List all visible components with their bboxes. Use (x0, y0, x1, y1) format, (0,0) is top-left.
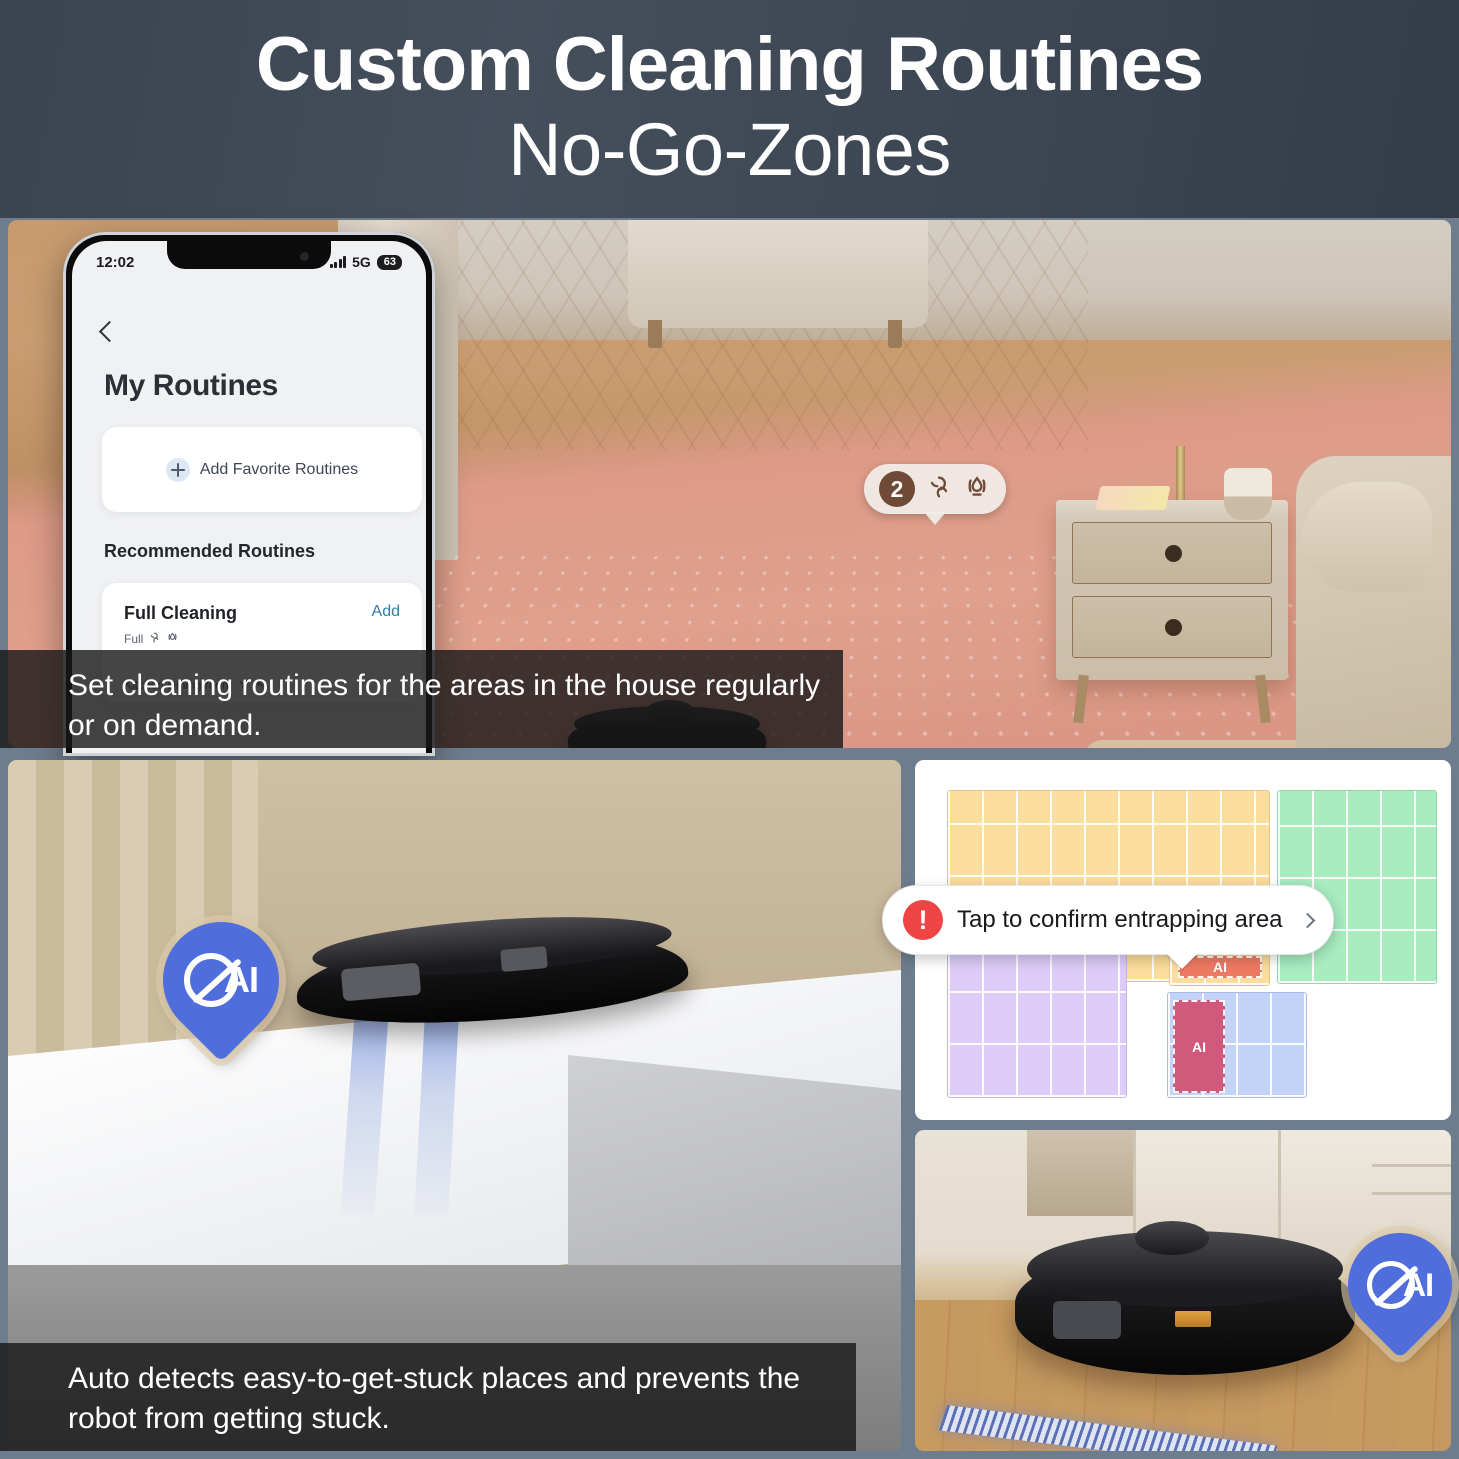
chevron-right-icon[interactable] (1299, 912, 1316, 928)
ai-label: AI (224, 959, 258, 1000)
nightstand-drawer (1072, 596, 1272, 658)
page-title: Custom Cleaning Routines (255, 21, 1204, 107)
book (1095, 486, 1171, 510)
drawer-knob (1165, 619, 1182, 636)
caption-bottom: Auto detects easy-to-get-stuck places an… (0, 1343, 856, 1451)
armchair-arm (1302, 482, 1432, 592)
sofa-leg (648, 320, 662, 348)
zone-badge-number: 2 (879, 471, 915, 507)
routine-add-button[interactable]: Add (372, 603, 400, 621)
recommended-routines-header: Recommended Routines (104, 541, 316, 561)
robot-sensor-window (340, 962, 422, 1002)
page-subtitle: No-Go-Zones (508, 108, 951, 192)
water-drop-icon (963, 473, 991, 506)
suction-icon (925, 473, 953, 506)
routine-meta: Full (124, 631, 400, 647)
zone-badge-2[interactable]: 2 (864, 464, 1006, 525)
signal-bars-icon (329, 256, 347, 268)
routine-meta-label: Full (124, 632, 144, 646)
routine-name: Full Cleaning (124, 603, 238, 623)
map-room-purple[interactable] (947, 932, 1127, 1098)
status-bar: 12:02 5G 63 (72, 249, 426, 275)
entrapping-area-tooltip[interactable]: ! Tap to confirm entrapping area (882, 885, 1334, 955)
cabinet-seam (1372, 1192, 1451, 1195)
robot-vacuum-at-ledge (293, 907, 691, 1034)
ai-label: AI (1403, 1266, 1433, 1303)
robot-led-indicator (1175, 1311, 1211, 1327)
nightstand-drawer (1072, 522, 1272, 584)
far-sofa (628, 220, 928, 348)
no-entry-ai-icon: AI (184, 953, 258, 1007)
no-go-zone-2[interactable]: AI (1173, 1000, 1225, 1093)
screen-title: My Routines (104, 369, 278, 402)
page-header: Custom Cleaning Routines No-Go-Zones (0, 0, 1459, 218)
sofa-leg (888, 320, 902, 348)
plus-icon (165, 457, 190, 482)
caption-top: Set cleaning routines for the areas in t… (0, 650, 843, 748)
status-time: 12:02 (96, 253, 135, 271)
add-favorite-routines-button[interactable]: Add Favorite Routines (102, 427, 422, 512)
suction-icon (148, 631, 161, 647)
cabinet-seam (1372, 1164, 1451, 1167)
robot-vacuum-barrier (1015, 1221, 1355, 1375)
robot-display (500, 946, 548, 972)
drawer-knob (1165, 545, 1182, 562)
doorway (1027, 1130, 1133, 1216)
back-chevron-icon[interactable] (98, 320, 121, 343)
vase (1224, 468, 1272, 520)
no-entry-ai-icon: AI (1367, 1261, 1433, 1309)
battery-indicator: 63 (376, 254, 402, 270)
tooltip-text: Tap to confirm entrapping area (957, 906, 1283, 933)
water-drop-icon (166, 631, 179, 647)
network-label: 5G (352, 254, 371, 270)
add-favorite-routines-label: Add Favorite Routines (199, 460, 359, 478)
robot-lidar (1135, 1221, 1209, 1255)
robot-sensor-window (1053, 1301, 1121, 1339)
nightstand (1056, 500, 1288, 724)
warning-exclamation-icon: ! (903, 900, 943, 940)
